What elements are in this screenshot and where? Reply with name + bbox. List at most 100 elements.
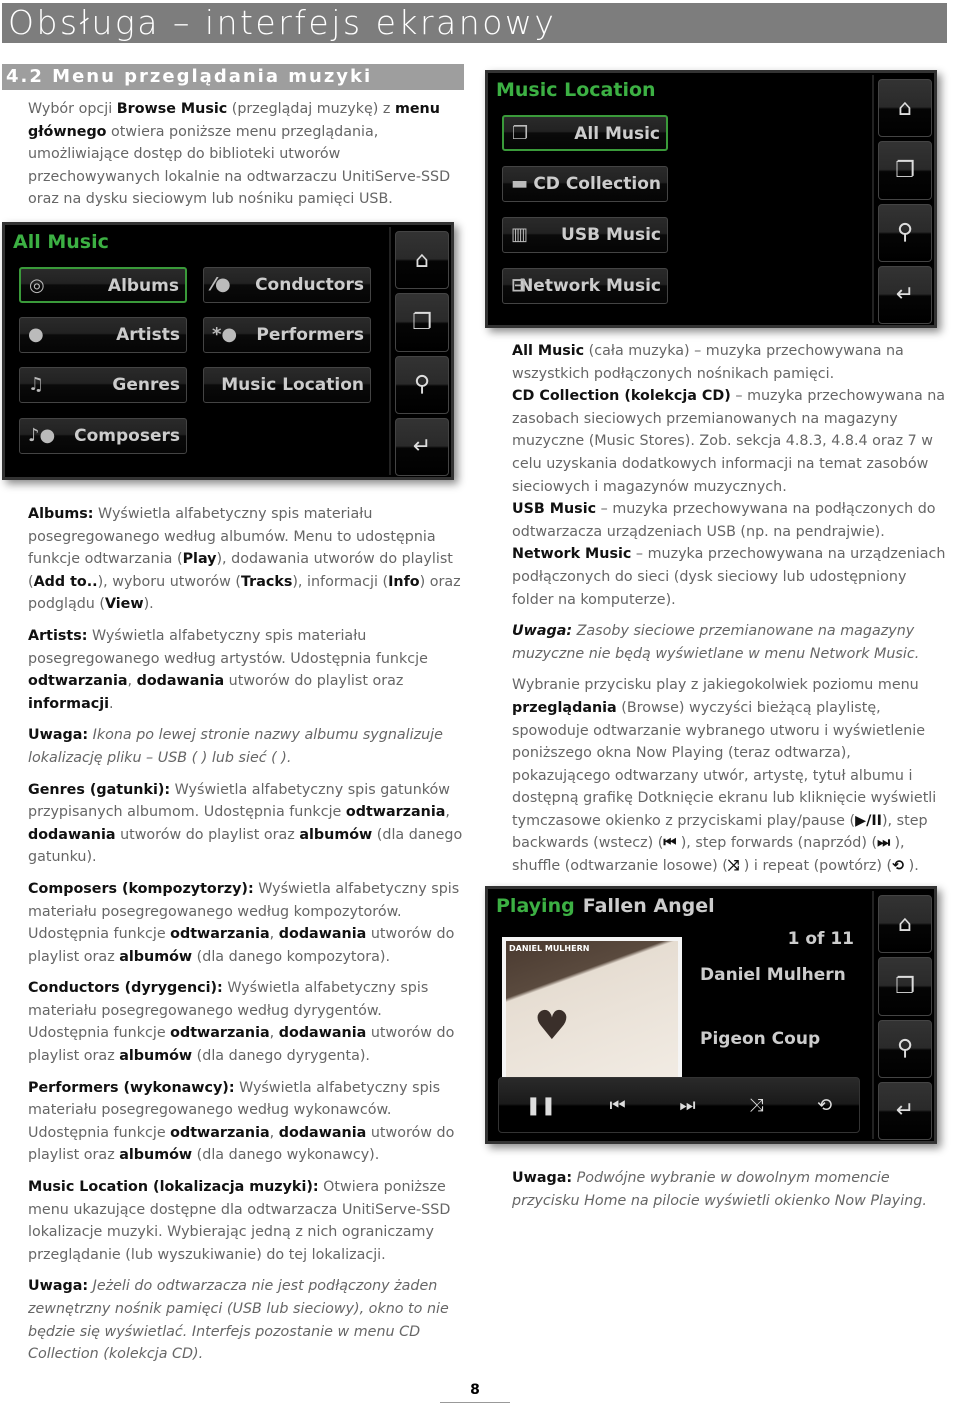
- emphasis-text: Browse Music: [116, 101, 228, 117]
- paragraph: Genres (gatunki): Wyświetla alfabetyczny…: [28, 779, 464, 869]
- back-icon: ↵: [412, 434, 432, 460]
- emphasis-text: Podwójne wybranie w dowolnym momencie pr…: [512, 1170, 927, 1209]
- text-run: .: [109, 695, 114, 712]
- side-buttons: ⌂ ❐ ⚲ ↵: [872, 75, 932, 325]
- now-playing-screen: Playing Fallen Angel DANIEL MULHERN ♥ 1 o…: [485, 886, 937, 1144]
- button-label: Composers: [74, 426, 180, 446]
- text-run: ,: [269, 1124, 279, 1141]
- home-button[interactable]: ⌂: [395, 231, 449, 290]
- search-button[interactable]: ⚲: [878, 1019, 932, 1078]
- network-icon: ⊟: [511, 275, 527, 296]
- page-number: 8: [440, 1382, 510, 1403]
- drive-icon: ▬: [511, 173, 529, 194]
- paragraph: Uwaga: Jeżeli do odtwarzacza nie jest po…: [28, 1275, 464, 1365]
- bottom-note: Uwaga: Podwójne wybranie w dowolnym mome…: [512, 1167, 948, 1221]
- step-back-button[interactable]: ⏮: [610, 1095, 626, 1116]
- cards-button[interactable]: ❐: [395, 293, 449, 352]
- emphasis-text: Artists:: [28, 627, 88, 644]
- repeat-button[interactable]: ⟲: [817, 1095, 832, 1116]
- back-button[interactable]: ↵: [878, 1081, 932, 1141]
- text-run: ) i repeat (powtórz) (: [739, 858, 893, 875]
- track-position: 1 of 11: [787, 929, 854, 949]
- paragraph: Wybranie przycisku play z jakiegokolwiek…: [512, 674, 948, 877]
- cards-icon: ❐: [412, 309, 432, 335]
- conductor-icon: ⁄●: [212, 274, 231, 295]
- playback-controls: ❚❚ ⏮ ⏭ ⤨ ⟲: [498, 1077, 860, 1133]
- button-albums[interactable]: ◎ Albums: [19, 267, 187, 303]
- button-label: Performers: [256, 325, 364, 345]
- text-run: (Browse) wyczyści bieżącą playlistę, spo…: [512, 699, 937, 829]
- text-run: (dla danego wykonawcy).: [192, 1147, 380, 1164]
- home-button[interactable]: ⌂: [878, 79, 932, 138]
- paragraph: All Music (cała muzyka) – muzyka przecho…: [512, 340, 948, 611]
- button-label: USB Music: [561, 225, 661, 245]
- button-genres[interactable]: ♫ Genres: [19, 367, 187, 403]
- text-run: ,: [269, 1025, 279, 1042]
- button-performers[interactable]: *● Performers: [203, 317, 371, 353]
- search-button[interactable]: ⚲: [395, 355, 449, 414]
- intro-text: Wybór opcji Browse Music (przeglądaj muz…: [28, 98, 460, 220]
- button-composers[interactable]: ♪● Composers: [19, 418, 187, 454]
- section-heading: 4.2 Menu przeglądania muzyki (Browse): [2, 64, 464, 113]
- emphasis-text: Uwaga:: [28, 1278, 89, 1295]
- emphasis-text: ⤨: [727, 858, 740, 875]
- cards-icon: ❐: [895, 157, 915, 183]
- step-forward-button[interactable]: ⏭: [679, 1095, 695, 1116]
- back-button[interactable]: ↵: [878, 265, 932, 325]
- music-location-screen: Music Location ❐ All Music ▬ CD Collection ▥…: [485, 70, 937, 328]
- emphasis-text: odtwarzania: [28, 673, 128, 690]
- cards-button[interactable]: ❐: [878, 141, 932, 200]
- button-usb-music[interactable]: ▥ USB Music: [502, 217, 668, 253]
- text-run: (dla danego dyrygenta).: [192, 1048, 370, 1065]
- emphasis-text: ⟲: [892, 858, 905, 875]
- paragraph: Artists: Wyświetla alfabetyczny spis mat…: [28, 625, 464, 715]
- paragraph: Uwaga: Ikona po lewej stronie nazwy albu…: [28, 724, 464, 769]
- emphasis-text: Conductors (dyrygenci):: [28, 980, 223, 997]
- paragraph: Performers (wykonawcy): Wyświetla alfabe…: [28, 1077, 464, 1167]
- button-conductors[interactable]: ⁄● Conductors: [203, 267, 371, 303]
- text-run: ).: [143, 596, 154, 613]
- emphasis-text: przeglądania: [512, 699, 617, 716]
- pause-button[interactable]: ❚❚: [526, 1095, 556, 1116]
- home-icon: ⌂: [898, 911, 912, 937]
- text-run: utworów do playlist oraz: [115, 826, 300, 843]
- button-label: Artists: [116, 325, 180, 345]
- paragraph: Wybór opcji Browse Music (przeglądaj muz…: [28, 98, 460, 211]
- cards-icon: ❐: [512, 123, 529, 144]
- emphasis-text: Performers (wykonawcy):: [28, 1079, 235, 1096]
- button-label: CD Collection: [533, 174, 661, 194]
- text-run: ,: [445, 804, 450, 821]
- emphasis-text: dodawania: [278, 1025, 367, 1042]
- emphasis-text: Tracks: [240, 573, 293, 590]
- cover-text: DANIEL MULHERN: [509, 944, 590, 953]
- button-label: Music Location: [221, 375, 364, 395]
- text-run: (dla danego kompozytora).: [192, 948, 391, 965]
- back-button[interactable]: ↵: [395, 417, 449, 477]
- button-network-music[interactable]: ⊟ Network Music: [502, 268, 668, 304]
- emphasis-text: Jeżeli do odtwarzacza nie jest podłączon…: [28, 1278, 449, 1363]
- button-artists[interactable]: ● Artists: [19, 317, 187, 353]
- emphasis-text: USB Music: [512, 501, 597, 518]
- shuffle-button[interactable]: ⤨: [749, 1095, 763, 1116]
- button-cd-collection[interactable]: ▬ CD Collection: [502, 166, 668, 202]
- home-button[interactable]: ⌂: [878, 895, 932, 954]
- search-button[interactable]: ⚲: [878, 203, 932, 262]
- emphasis-text: Ikona po lewej stronie nazwy albumu sygn…: [28, 727, 443, 766]
- disc-icon: ◎: [29, 275, 45, 296]
- paragraph: Composers (kompozytorzy): Wyświetla alfa…: [28, 878, 464, 968]
- emphasis-text: odtwarzania: [170, 1025, 270, 1042]
- home-icon: ⌂: [415, 247, 429, 273]
- button-music-location[interactable]: Music Location: [203, 367, 371, 403]
- text-run: ), step forwards (naprzód) (: [676, 835, 878, 852]
- button-label: All Music: [574, 124, 660, 144]
- all-music-screen: All Music ◎ Albums ⁄● Conductors ● Artists *● P…: [2, 222, 454, 480]
- emphasis-text: Composers (kompozytorzy):: [28, 880, 254, 897]
- emphasis-text: Play: [182, 551, 217, 568]
- emphasis-text: informacji: [28, 695, 109, 712]
- text-run: utworów do playlist oraz: [224, 673, 404, 690]
- emphasis-text: dodawania: [28, 826, 116, 843]
- search-icon: ⚲: [413, 372, 431, 398]
- button-all-music[interactable]: ❐ All Music: [502, 115, 668, 151]
- emphasis-text: odtwarzania: [170, 1124, 270, 1141]
- cards-button[interactable]: ❐: [878, 957, 932, 1016]
